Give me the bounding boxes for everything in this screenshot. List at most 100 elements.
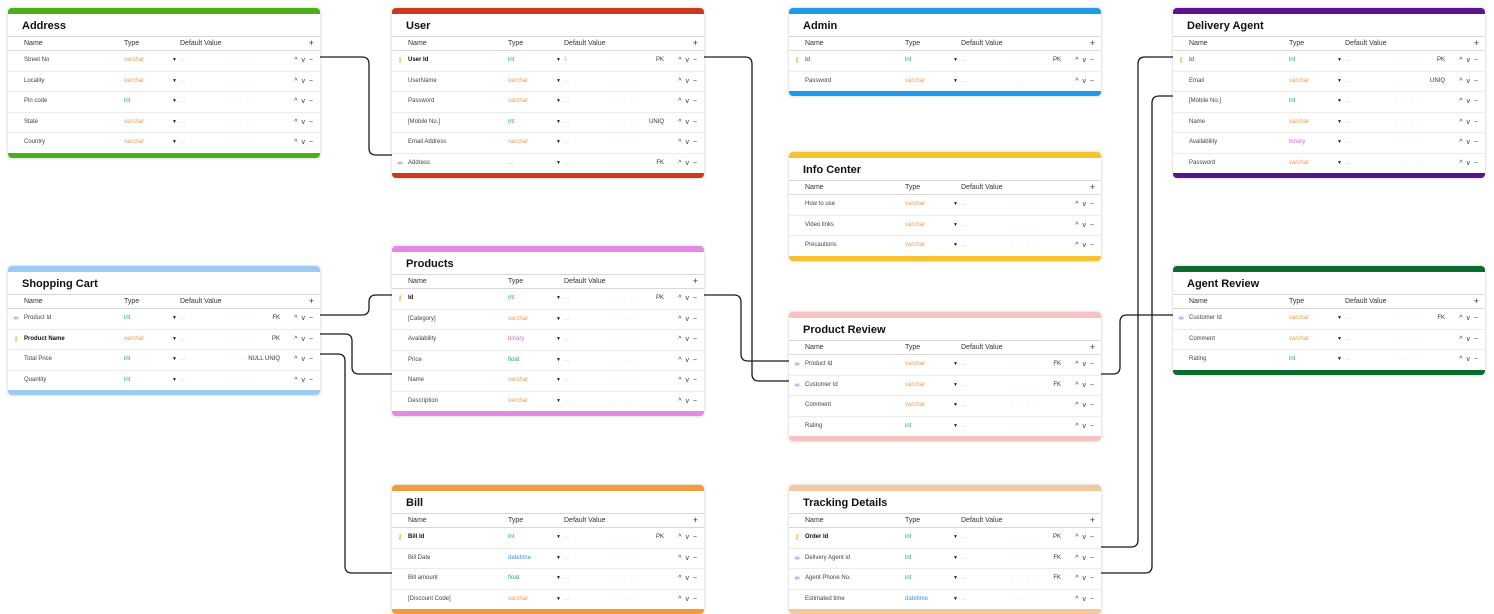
row-move-controls[interactable]: ^ v − [1075, 72, 1095, 92]
column-name[interactable]: Bill Date [408, 549, 430, 569]
column-name[interactable]: [Mobile No.] [408, 113, 440, 133]
default-value-field[interactable]: ... [180, 330, 185, 350]
column-type[interactable]: varchar [905, 355, 925, 375]
column-name[interactable]: [Category] [408, 310, 436, 330]
table-row[interactable]: ∞ Address... ▼.... . . . . FK ^ v − [392, 154, 704, 174]
row-move-controls[interactable]: ^ v − [678, 92, 698, 112]
type-dropdown-caret[interactable]: ▼ [172, 113, 177, 133]
table-row[interactable]: ∞ Delivery Agent id int ▼... . . . . . FK ^ v … [789, 549, 1101, 569]
row-move-controls[interactable]: ^ v − [678, 289, 698, 309]
table-row[interactable]: ∞ Product Id int ▼... . . . . . FK ^ v − [8, 309, 320, 330]
table-row[interactable]: Bill Date datetime ▼... . . . . . ^ v − [392, 549, 704, 569]
table-row[interactable]: Password varchar ▼... . . . . . ^ v − [1173, 154, 1485, 174]
column-type[interactable]: varchar [124, 133, 144, 153]
table-row[interactable]: Password varchar ▼... . . . . . ^ v − [392, 92, 704, 113]
column-type[interactable]: varchar [508, 310, 528, 330]
row-move-controls[interactable]: ^ v − [678, 72, 698, 92]
column-name[interactable]: Name [408, 371, 424, 391]
column-type[interactable]: varchar [1289, 113, 1309, 133]
table-row[interactable]: Availability binary ▼... . . . . . ^ v − [392, 330, 704, 351]
column-name[interactable]: Customer Id [805, 376, 838, 396]
column-type[interactable]: varchar [124, 51, 144, 71]
column-name[interactable]: Product Id [805, 355, 832, 375]
table-row[interactable]: [Category] varchar ▼... . . . . . ^ v − [392, 310, 704, 330]
row-move-controls[interactable]: ^ v − [678, 310, 698, 330]
table-row[interactable]: [Mobile No.] int ▼... . . . . . UNIQ ^ v − [392, 113, 704, 133]
column-name[interactable]: State [24, 113, 38, 133]
column-name[interactable]: Id [805, 51, 810, 71]
column-type[interactable]: varchar [124, 72, 144, 92]
row-move-controls[interactable]: ^ v − [678, 51, 698, 71]
column-type[interactable]: int [905, 569, 911, 589]
type-dropdown-caret[interactable]: ▼ [556, 590, 561, 610]
column-type[interactable]: int [508, 51, 514, 71]
type-dropdown-caret[interactable]: ▼ [953, 376, 958, 396]
column-name[interactable]: Country [24, 133, 45, 153]
type-dropdown-caret[interactable]: ▼ [1337, 330, 1342, 350]
type-dropdown-caret[interactable]: ▼ [556, 549, 561, 569]
type-dropdown-caret[interactable]: ▼ [1337, 154, 1342, 174]
row-move-controls[interactable]: ^ v − [1075, 376, 1095, 396]
column-type[interactable]: varchar [508, 133, 528, 153]
column-name[interactable]: Rating [1189, 350, 1206, 370]
column-name[interactable]: Bill amount [408, 569, 438, 589]
column-type[interactable]: varchar [508, 92, 528, 112]
default-value-field[interactable]: ... [1345, 309, 1350, 329]
type-dropdown-caret[interactable]: ▼ [953, 569, 958, 589]
column-name[interactable]: Precautions [805, 236, 837, 256]
row-move-controls[interactable]: ^ v − [1075, 355, 1095, 375]
column-type[interactable]: datetime [508, 549, 531, 569]
table-row[interactable]: Email Address varchar ▼... . . . . . ^ v − [392, 133, 704, 154]
add-column-button[interactable]: + [1090, 514, 1095, 527]
table-row[interactable]: ∞ Agent Phone No. int ▼... . . . . . FK ^ v − [789, 569, 1101, 590]
table-agent-review[interactable]: Agent Review Name Type Default Value + ∞ Custo… [1173, 266, 1485, 375]
row-move-controls[interactable]: ^ v − [1075, 549, 1095, 569]
table-row[interactable]: Comment varchar ▼... . . . . . ^ v − [789, 396, 1101, 417]
table-row[interactable]: ∞ Customer Id varchar ▼... . . . . . FK ^ v − [789, 376, 1101, 396]
default-value-field[interactable]: ... [564, 590, 569, 610]
type-dropdown-caret[interactable]: ▼ [556, 528, 561, 548]
column-type[interactable]: varchar [1289, 309, 1309, 329]
column-type[interactable]: float [508, 351, 519, 371]
table-row[interactable]: How to use varchar ▼... . . . . . ^ v − [789, 195, 1101, 216]
default-value-field[interactable]: ... [564, 113, 569, 133]
column-name[interactable]: Email [1189, 72, 1204, 92]
column-type[interactable]: varchar [1289, 154, 1309, 174]
row-move-controls[interactable]: ^ v − [294, 371, 314, 391]
default-value-field[interactable]: ... [961, 195, 966, 215]
row-move-controls[interactable]: ^ v − [294, 113, 314, 133]
table-bill[interactable]: Bill Name Type Default Value + ⚷ Bill Id int ▼..… [392, 485, 704, 614]
default-value-field[interactable]: ... [564, 549, 569, 569]
type-dropdown-caret[interactable]: ▼ [953, 417, 958, 437]
add-column-button[interactable]: + [693, 37, 698, 50]
default-value-field[interactable]: ... [961, 569, 966, 589]
table-row[interactable]: Description varchar ▼... . . . . . ^ v − [392, 392, 704, 412]
row-move-controls[interactable]: ^ v − [1459, 350, 1479, 370]
default-value-field[interactable]: ... [564, 92, 569, 112]
default-value-field[interactable]: ... [180, 113, 185, 133]
table-row[interactable]: Rating int ▼... . . . . . ^ v − [1173, 350, 1485, 370]
column-type[interactable]: int [124, 350, 130, 370]
default-value-field[interactable]: ... [180, 133, 185, 153]
column-name[interactable]: Video links [805, 216, 834, 236]
column-name[interactable]: Name [1189, 113, 1205, 133]
type-dropdown-caret[interactable]: ▼ [556, 51, 561, 71]
type-dropdown-caret[interactable]: ▼ [953, 236, 958, 256]
row-move-controls[interactable]: ^ v − [678, 549, 698, 569]
table-row[interactable]: Country varchar ▼... . . . . . ^ v − [8, 133, 320, 153]
table-row[interactable]: Rating int ▼... . . . . . ^ v − [789, 417, 1101, 437]
type-dropdown-caret[interactable]: ▼ [556, 72, 561, 92]
type-dropdown-caret[interactable]: ▼ [953, 549, 958, 569]
row-move-controls[interactable]: ^ v − [1075, 569, 1095, 589]
row-move-controls[interactable]: ^ v − [1459, 330, 1479, 350]
row-move-controls[interactable]: ^ v − [294, 133, 314, 153]
type-dropdown-caret[interactable]: ▼ [172, 309, 177, 329]
type-dropdown-caret[interactable]: ▼ [953, 355, 958, 375]
table-row[interactable]: ⚷ Id int ▼... . . . . . PK ^ v − [392, 289, 704, 310]
table-row[interactable]: ⚷ Id int ▼... . . . . . PK ^ v − [789, 51, 1101, 72]
default-value-field[interactable]: ... [961, 376, 966, 396]
row-move-controls[interactable]: ^ v − [678, 371, 698, 391]
table-row[interactable]: Total Price int ▼.... . . . . NULL UNIQ ^ v … [8, 350, 320, 371]
column-type[interactable]: float [508, 569, 519, 589]
type-dropdown-caret[interactable]: ▼ [556, 289, 561, 309]
